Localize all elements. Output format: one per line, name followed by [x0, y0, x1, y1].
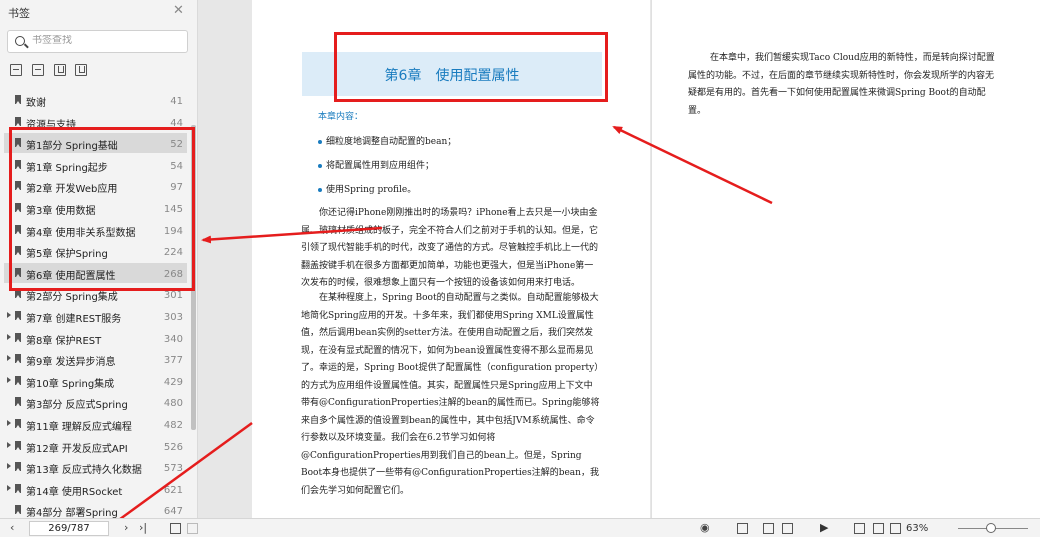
- bookmark-icon: [15, 483, 21, 493]
- page-left: 第6章 使用配置属性 本章内容： 细粒度地调整自动配置的bean； 将配置属性用…: [252, 0, 650, 518]
- toc-item-page: 301: [163, 290, 183, 302]
- toc-item-label: 第13章 反应式持久化数据: [26, 465, 142, 477]
- toc-item-page: 573: [163, 463, 183, 475]
- zoom-level[interactable]: 63%: [906, 523, 928, 534]
- expand-caret-icon[interactable]: [7, 376, 11, 383]
- single-page-icon[interactable]: [737, 523, 748, 534]
- add-bookmark-icon[interactable]: [54, 64, 66, 76]
- toc-item-label: 第3部分 反应式Spring: [26, 400, 128, 412]
- toc-item-label: 致谢: [26, 98, 46, 109]
- bookmark-icon: [15, 505, 21, 515]
- bookmark-icon: [15, 419, 21, 428]
- collapse-all-icon[interactable]: [32, 64, 44, 76]
- expand-caret-icon[interactable]: [7, 312, 11, 318]
- toc-item-page: 429: [163, 376, 183, 388]
- body-paragraph: 你还记得iPhone刚刚推出时的场景吗？iPhone看上去只是一小块由金属、玻璃…: [301, 208, 599, 288]
- expand-caret-icon[interactable]: [7, 420, 11, 426]
- bookmark-icon: [15, 311, 21, 320]
- toc-item-page: 482: [163, 420, 183, 431]
- toc-item-page: 480: [163, 398, 183, 410]
- annotation-box-chapter: [334, 32, 608, 102]
- toc-item[interactable]: 致谢 41: [4, 90, 187, 110]
- bookmark-icon: [15, 116, 21, 126]
- annotation-box-toc: [9, 127, 195, 291]
- toc-item-page: 377: [163, 355, 183, 367]
- zoom-slider-handle[interactable]: [986, 523, 996, 533]
- body-paragraph: 幸运的是，Spring Boot提供了配置属性（configuration pr…: [301, 363, 600, 496]
- toc-item[interactable]: 第8章 保护REST 340: [4, 328, 187, 348]
- toc-item-page: 303: [163, 312, 183, 323]
- bookmark-search-box[interactable]: [7, 30, 188, 53]
- continuous-page-icon[interactable]: [763, 523, 774, 534]
- bookmark-icon: [15, 375, 21, 385]
- toc-item[interactable]: 第9章 发送异步消息 377: [4, 349, 187, 369]
- bookmark-icon: [15, 462, 21, 472]
- body-paragraph: 在本章中，我们暂缓实现Taco Cloud应用的新特性，而是转向探讨配置属性的功…: [688, 53, 995, 116]
- toc-item-label: 第8章 保护REST: [26, 335, 102, 347]
- fit-width-icon[interactable]: [854, 523, 865, 534]
- back-icon[interactable]: [170, 523, 181, 534]
- last-page-icon[interactable]: ›|: [139, 522, 147, 534]
- eye-icon[interactable]: ◉: [700, 522, 710, 534]
- toc-item-page: 621: [163, 484, 183, 496]
- toc-item[interactable]: 第14章 使用RSocket 621: [4, 479, 187, 499]
- toc-item[interactable]: 第10章 Spring集成 429: [4, 371, 187, 391]
- toc-item-page: 340: [163, 333, 183, 345]
- prev-page-icon[interactable]: ‹: [10, 522, 14, 534]
- toc-item-page: 647: [163, 506, 183, 518]
- bookmark-icon: [15, 95, 21, 104]
- toc-item-label: 第7章 创建REST服务: [26, 314, 122, 325]
- bookmark-icon: [15, 397, 21, 407]
- toc-item[interactable]: 第7章 创建REST服务 303: [4, 306, 187, 326]
- expand-all-icon[interactable]: [10, 64, 22, 76]
- toc-item[interactable]: 第4部分 部署Spring 647: [4, 500, 187, 518]
- toc-item-label: 第10章 Spring集成: [26, 378, 115, 390]
- forward-icon[interactable]: [187, 523, 198, 534]
- actual-size-icon[interactable]: [890, 523, 901, 534]
- next-page-icon[interactable]: ›: [124, 522, 128, 534]
- bookmark-icon: [15, 440, 21, 450]
- toc-item[interactable]: 第12章 开发反应式API 526: [4, 436, 187, 456]
- toc-item[interactable]: 第11章 理解反应式编程 482: [4, 414, 187, 434]
- toc-item-page: 41: [170, 96, 183, 107]
- expand-caret-icon[interactable]: [7, 463, 11, 470]
- sidebar-title: 书签: [8, 7, 30, 20]
- expand-caret-icon[interactable]: [7, 484, 11, 491]
- reader-window: 书签 ✕ 致谢41资源与支持44第1部分 Spring基础52第1章 Sprin…: [0, 0, 1040, 537]
- toc-item-label: 第11章 理解反应式编程: [26, 422, 132, 433]
- bullet-item: 将配置属性用到应用组件；: [318, 158, 434, 171]
- toc-item[interactable]: 第13章 反应式持久化数据 573: [4, 457, 187, 477]
- close-icon[interactable]: ✕: [173, 3, 184, 18]
- toc-item-label: 第14章 使用RSocket: [26, 486, 123, 498]
- fit-page-icon[interactable]: [873, 523, 884, 534]
- toc-item[interactable]: 第3部分 反应式Spring 480: [4, 392, 187, 412]
- expand-caret-icon[interactable]: [7, 355, 11, 362]
- bookmark-icon: [15, 332, 21, 342]
- play-icon[interactable]: ▶: [820, 522, 828, 534]
- toc-item-page: 526: [163, 441, 183, 453]
- bookmark-icon[interactable]: [75, 64, 87, 76]
- bullet-item: 使用Spring profile。: [318, 182, 416, 195]
- toc-item-label: 第9章 发送异步消息: [26, 357, 116, 369]
- search-icon: [15, 36, 25, 46]
- status-bar: ‹ › ›| ◉ ▶ 63%: [0, 518, 1040, 537]
- page-right: 在本章中，我们暂缓实现Taco Cloud应用的新特性，而是转向探讨配置属性的功…: [651, 0, 1040, 518]
- chapter-content-title: 本章内容：: [318, 112, 364, 122]
- expand-caret-icon[interactable]: [7, 441, 11, 448]
- two-page-icon[interactable]: [782, 523, 793, 534]
- page-number-input[interactable]: [29, 521, 109, 536]
- bookmark-search-input[interactable]: [32, 35, 182, 46]
- toc-item-label: 第4部分 部署Spring: [26, 508, 118, 518]
- bullet-item: 细粒度地调整自动配置的bean；: [318, 134, 456, 147]
- toc-item-label: 第12章 开发反应式API: [26, 443, 128, 455]
- bookmark-icon: [15, 354, 21, 364]
- expand-caret-icon[interactable]: [7, 333, 11, 340]
- document-view: 第6章 使用配置属性 本章内容： 细粒度地调整自动配置的bean； 将配置属性用…: [199, 0, 1040, 518]
